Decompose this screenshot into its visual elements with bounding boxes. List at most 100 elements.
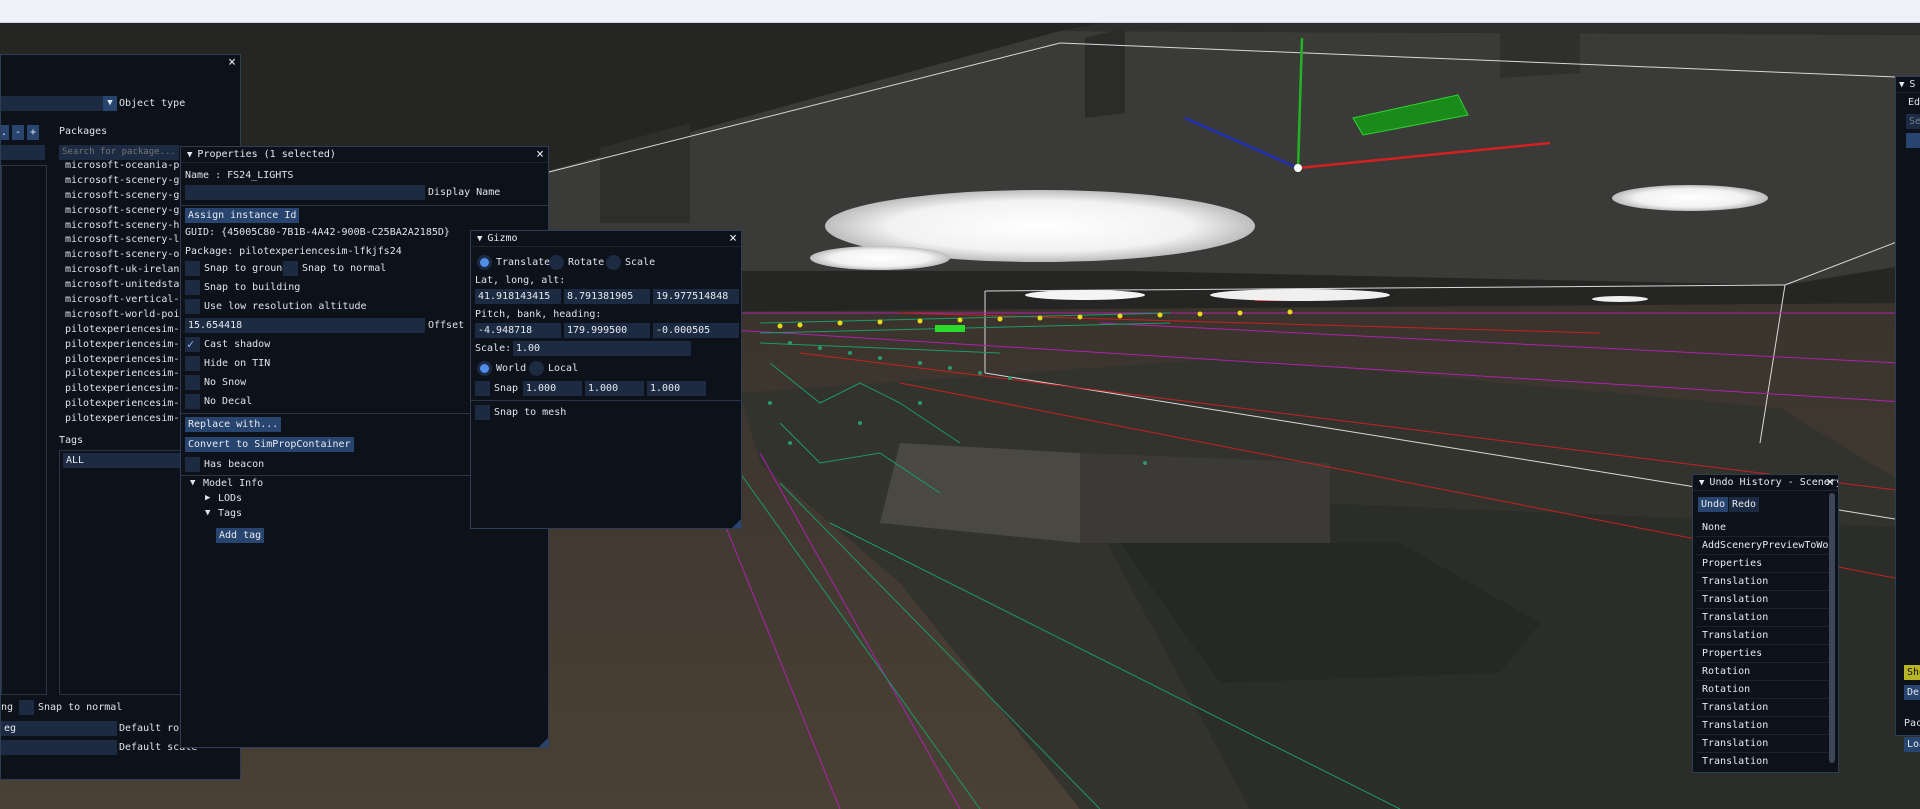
remove-button[interactable]: . xyxy=(1,125,9,140)
right-panel-item[interactable] xyxy=(1906,133,1920,148)
tags-box[interactable] xyxy=(59,450,189,695)
undo-history-item[interactable]: Translation xyxy=(1696,609,1829,627)
tags-node[interactable]: Tags xyxy=(218,508,242,519)
package-item[interactable]: microsoft-uk-ireland-p xyxy=(65,263,195,278)
undo-button[interactable]: Undo xyxy=(1698,497,1729,512)
right-panel-search[interactable]: Sea xyxy=(1906,114,1920,129)
object-tree[interactable] xyxy=(1,165,47,695)
undo-history-list[interactable]: NoneAddSceneryPreviewToWorldPropertiesTr… xyxy=(1696,519,1829,769)
snap-x-input[interactable]: 1.000 xyxy=(523,381,582,396)
package-item[interactable]: microsoft-scenery-gran xyxy=(65,204,195,219)
collapse-arrow-icon[interactable]: ▼ xyxy=(1899,80,1904,90)
model-info-arrow-icon[interactable]: ▼ xyxy=(190,478,195,488)
package-item[interactable]: pilotexperiencesim-lfk xyxy=(65,367,195,382)
alt-input[interactable]: 19.977514848 xyxy=(653,289,739,304)
package-item[interactable]: pilotexperiencesim-lfk xyxy=(65,353,195,368)
collapse-arrow-icon[interactable]: ▼ xyxy=(187,150,192,160)
snap-to-building-checkbox[interactable] xyxy=(185,280,200,295)
tags-all-item[interactable]: ALL xyxy=(63,453,181,468)
no-snow-checkbox[interactable] xyxy=(185,375,200,390)
close-icon[interactable]: × xyxy=(1826,475,1834,490)
package-item[interactable]: pilotexperiencesim-lfk xyxy=(65,323,195,338)
rotate-radio[interactable] xyxy=(549,255,564,270)
lat-input[interactable]: 41.918143415 xyxy=(475,289,561,304)
undo-history-item[interactable]: Rotation xyxy=(1696,681,1829,699)
properties-titlebar[interactable]: ▼ Properties (1 selected) xyxy=(181,147,548,163)
scrollbar[interactable] xyxy=(1829,493,1835,763)
package-item[interactable]: pilotexperiencesim-lfk xyxy=(65,338,195,353)
scale-input[interactable]: 1.00 xyxy=(513,341,691,356)
package-item[interactable]: microsoft-vertical-obs xyxy=(65,293,195,308)
undo-history-titlebar[interactable]: ▼ Undo History - Scenery xyxy=(1693,475,1838,491)
close-icon[interactable]: × xyxy=(729,231,737,246)
tags-arrow-icon[interactable]: ▼ xyxy=(205,508,210,518)
undo-history-item[interactable]: Properties xyxy=(1696,645,1829,663)
undo-history-item[interactable]: AddSceneryPreviewToWorld xyxy=(1696,537,1829,555)
snap-z-input[interactable]: 1.000 xyxy=(647,381,706,396)
translate-radio[interactable] xyxy=(477,255,492,270)
snap-y-input[interactable]: 1.000 xyxy=(585,381,644,396)
undo-history-item[interactable]: Translation xyxy=(1696,735,1829,753)
snap-to-ground-checkbox[interactable] xyxy=(185,261,200,276)
package-item[interactable]: microsoft-oceania-poi xyxy=(65,159,195,174)
lods-arrow-icon[interactable]: ▶ xyxy=(205,493,210,503)
hide-on-tin-checkbox[interactable] xyxy=(185,356,200,371)
package-item[interactable]: microsoft-scenery-hel xyxy=(65,219,195,234)
package-item[interactable]: pilotexperiencesim-lft xyxy=(65,412,195,427)
undo-history-item[interactable]: Rotation xyxy=(1696,663,1829,681)
low-res-altitude-checkbox[interactable] xyxy=(185,299,200,314)
add-tag-button[interactable]: Add tag xyxy=(216,528,265,543)
package-item[interactable]: pilotexperiencesim-lfk xyxy=(65,397,195,412)
close-icon[interactable]: × xyxy=(536,147,544,162)
load-button[interactable]: Loa xyxy=(1904,737,1920,752)
long-input[interactable]: 8.791381905 xyxy=(564,289,650,304)
undo-history-item[interactable]: Translation xyxy=(1696,573,1829,591)
world-radio[interactable] xyxy=(477,361,492,376)
undo-history-item[interactable]: Properties xyxy=(1696,555,1829,573)
undo-history-item[interactable]: Translation xyxy=(1696,627,1829,645)
default-scale-input[interactable] xyxy=(1,740,117,755)
undo-history-item[interactable]: Translation xyxy=(1696,717,1829,735)
package-item[interactable]: microsoft-unitedstates xyxy=(65,278,195,293)
gizmo-titlebar[interactable]: ▼ Gizmo xyxy=(471,231,741,247)
bank-input[interactable]: 179.999500 xyxy=(564,323,650,338)
snap-to-normal-checkbox[interactable] xyxy=(19,700,34,715)
chevron-down-icon[interactable]: ▼ xyxy=(103,96,117,111)
left-filter-input[interactable] xyxy=(1,145,45,160)
undo-history-item[interactable]: Translation xyxy=(1696,591,1829,609)
convert-button[interactable]: Convert to SimPropContainer xyxy=(185,437,354,452)
collapse-arrow-icon[interactable]: ▼ xyxy=(477,234,482,244)
has-beacon-checkbox[interactable] xyxy=(185,457,200,472)
local-radio[interactable] xyxy=(529,361,544,376)
plus-button[interactable]: + xyxy=(27,125,39,140)
undo-history-item[interactable]: None xyxy=(1696,519,1829,537)
collapse-arrow-icon[interactable]: ▼ xyxy=(1699,478,1704,488)
package-item[interactable]: microsoft-scenery-oil xyxy=(65,248,195,263)
package-item[interactable]: microsoft-scenery-gli xyxy=(65,189,195,204)
resize-grip-icon[interactable] xyxy=(732,519,741,528)
snap-to-normal-checkbox[interactable] xyxy=(283,261,298,276)
model-info-node[interactable]: Model Info xyxy=(203,478,263,489)
show-button[interactable]: Sho xyxy=(1904,665,1920,680)
right-panel-tab[interactable]: Edi xyxy=(1908,97,1920,108)
no-decal-checkbox[interactable] xyxy=(185,394,200,409)
package-item[interactable]: microsoft-scenery-gli xyxy=(65,174,195,189)
cast-shadow-checkbox[interactable] xyxy=(185,337,200,352)
replace-with-button[interactable]: Replace with... xyxy=(185,417,282,432)
package-list[interactable]: microsoft-oceania-poi microsoft-scenery-g… xyxy=(65,159,195,429)
package-item[interactable]: microsoft-scenery-lasv xyxy=(65,233,195,248)
heading-input[interactable]: -0.000505 xyxy=(653,323,739,338)
offset-input[interactable]: 15.654418 xyxy=(185,318,425,333)
scale-radio[interactable] xyxy=(606,255,621,270)
delete-button[interactable]: Del xyxy=(1904,685,1920,700)
package-item[interactable]: pilotexperiencesim-lfk xyxy=(65,382,195,397)
snap-to-mesh-checkbox[interactable] xyxy=(475,405,490,420)
snap-checkbox[interactable] xyxy=(475,381,490,396)
right-panel-titlebar[interactable]: ▼ S xyxy=(1896,77,1920,93)
resize-grip-icon[interactable] xyxy=(539,738,548,747)
package-item[interactable]: microsoft-world-point- xyxy=(65,308,195,323)
display-name-input[interactable] xyxy=(185,185,425,200)
pitch-input[interactable]: -4.948718 xyxy=(475,323,561,338)
minus-button[interactable]: - xyxy=(12,125,24,140)
undo-history-item[interactable]: Translation xyxy=(1696,753,1829,769)
